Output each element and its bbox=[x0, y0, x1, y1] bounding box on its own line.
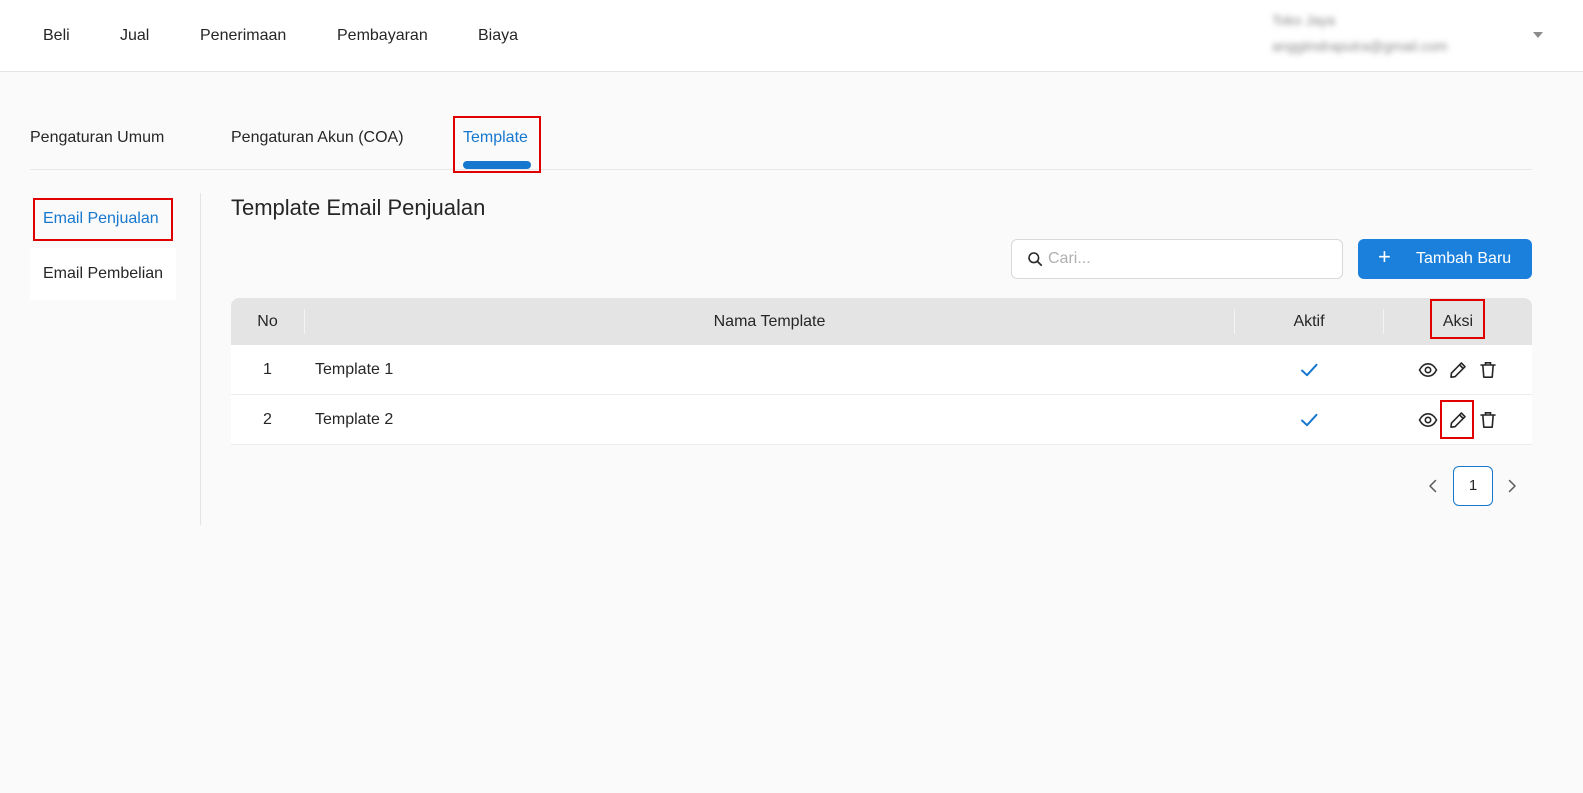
cell-no: 2 bbox=[263, 411, 272, 428]
nav-item-beli[interactable]: Beli bbox=[43, 24, 70, 48]
nav-item-biaya[interactable]: Biaya bbox=[478, 24, 518, 48]
tab-template[interactable]: Template bbox=[463, 126, 528, 150]
pencil-icon[interactable] bbox=[1448, 410, 1468, 430]
trash-icon[interactable] bbox=[1478, 410, 1498, 430]
check-icon bbox=[1301, 363, 1318, 377]
table-row: 2 Template 2 bbox=[231, 395, 1532, 445]
add-new-button[interactable]: + Tambah Baru bbox=[1358, 239, 1532, 279]
search-input[interactable] bbox=[1048, 248, 1333, 270]
col-header-aktif: Aktif bbox=[1293, 313, 1325, 330]
cell-template-name: Template 1 bbox=[315, 361, 394, 378]
tab-active-indicator bbox=[463, 161, 531, 169]
side-item-email-pembelian[interactable]: Email Pembelian bbox=[30, 248, 176, 300]
nav-item-penerimaan[interactable]: Penerimaan bbox=[200, 24, 286, 48]
trash-icon[interactable] bbox=[1478, 360, 1498, 380]
settings-tabs: Pengaturan Umum Pengaturan Akun (COA) Te… bbox=[30, 112, 1532, 170]
col-header-nama-template: Nama Template bbox=[713, 313, 826, 330]
add-new-button-label: Tambah Baru bbox=[1416, 250, 1512, 267]
search-icon bbox=[1028, 252, 1043, 267]
caret-down-icon[interactable] bbox=[1533, 32, 1543, 38]
col-header-aksi: Aksi bbox=[1442, 313, 1474, 330]
pencil-icon[interactable] bbox=[1448, 360, 1468, 380]
table-row: 1 Template 1 bbox=[231, 345, 1532, 395]
col-header-no: No bbox=[257, 313, 278, 330]
tab-pengaturan-umum[interactable]: Pengaturan Umum bbox=[30, 126, 164, 150]
vertical-divider bbox=[200, 193, 201, 525]
eye-icon[interactable] bbox=[1418, 360, 1438, 380]
search-box bbox=[1011, 239, 1343, 279]
user-email: anggiindraputra@gmail.com bbox=[1272, 38, 1448, 54]
page-number-current[interactable]: 1 bbox=[1453, 466, 1493, 506]
nav-item-jual[interactable]: Jual bbox=[120, 24, 149, 48]
table-header: No Nama Template Aktif Aksi bbox=[231, 298, 1532, 345]
top-bar: Beli Jual Penerimaan Pembayaran Biaya To… bbox=[0, 0, 1583, 72]
plus-icon: + bbox=[1378, 244, 1391, 269]
user-name: Toko Jaya bbox=[1272, 12, 1336, 28]
eye-icon[interactable] bbox=[1418, 410, 1438, 430]
chevron-left-icon[interactable] bbox=[1423, 476, 1443, 496]
tab-pengaturan-akun[interactable]: Pengaturan Akun (COA) bbox=[231, 126, 404, 150]
nav-item-pembayaran[interactable]: Pembayaran bbox=[337, 24, 428, 48]
section-title: Template Email Penjualan bbox=[231, 195, 486, 220]
cell-no: 1 bbox=[263, 361, 272, 378]
side-item-email-penjualan[interactable]: Email Penjualan bbox=[30, 193, 176, 245]
pagination: 1 bbox=[1420, 466, 1532, 506]
user-info[interactable]: Toko Jaya anggiindraputra@gmail.com bbox=[1272, 10, 1532, 56]
template-table: No Nama Template Aktif Aksi 1 Template 1… bbox=[231, 298, 1532, 445]
cell-template-name: Template 2 bbox=[315, 411, 394, 428]
chevron-right-icon[interactable] bbox=[1502, 476, 1522, 496]
check-icon bbox=[1301, 413, 1318, 427]
